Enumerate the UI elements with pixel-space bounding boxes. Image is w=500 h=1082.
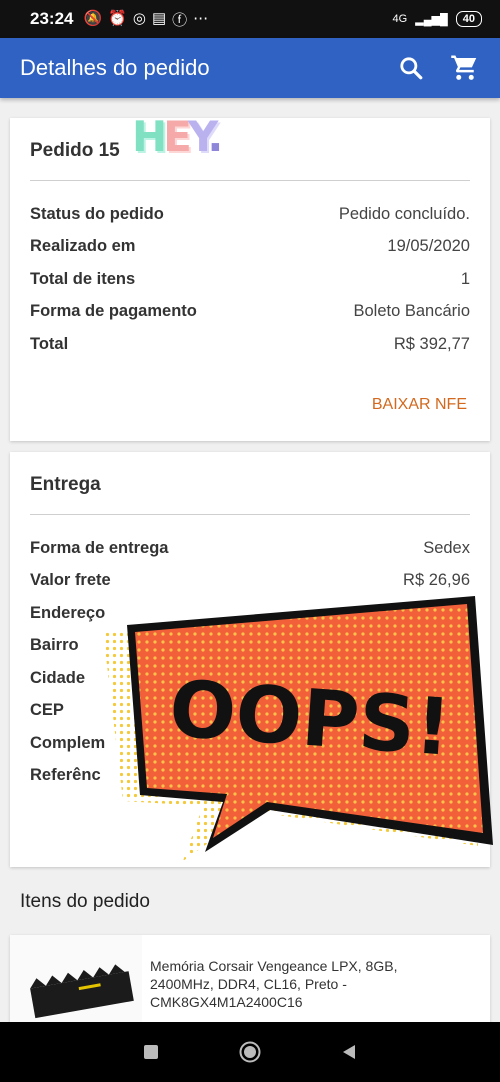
order-row-total: Total R$ 392,77 [30,334,470,353]
order-row-status: Status do pedido Pedido concluído. [30,204,470,223]
status-time: 23:24 [30,9,74,28]
whatsapp-icon: ◎ [132,9,146,27]
delivery-row-method: Forma de entrega Sedex [30,538,470,557]
product-name: Memória Corsair Vengeance LPX, 8GB, 2400… [150,958,398,1010]
system-nav-bar [0,1022,500,1082]
cart-icon[interactable] [450,53,480,83]
search-icon[interactable] [398,55,424,81]
recents-icon[interactable] [142,1043,160,1061]
page-title: Detalhes do pedido [20,55,210,80]
more-icon: ⋯ [193,9,209,27]
signal-icon: ▂▄▆█ [415,13,448,26]
alarm-icon: ⏰ [108,9,127,27]
delivery-title: Entrega [30,474,101,495]
product-image [10,935,142,1025]
app-bar: Detalhes do pedido [0,38,500,98]
notifications-off-icon: 🔕 [83,9,103,27]
battery-icon: 40 [455,11,482,27]
order-row-date: Realizado em 19/05/2020 [30,237,470,256]
order-card: Pedido 15 HEY. Status do pedido Pedido c… [10,112,490,441]
oops-sticker: OOPS! [103,596,493,861]
download-nfe-link[interactable]: BAIXAR NFE [372,396,467,414]
news-icon: ▤ [151,9,167,27]
list-item[interactable]: Memória Corsair Vengeance LPX, 8GB, 2400… [10,935,490,1025]
items-section-title: Itens do pedido [20,891,150,912]
facebook-icon: ⓕ [172,11,188,29]
back-icon[interactable] [340,1043,358,1061]
order-row-items: Total de itens 1 [30,269,470,288]
status-bar: 23:24 🔕 ⏰ ◎ ▤ ⓕ ⋯ 4G ▂▄▆█ 40 [0,0,500,38]
order-row-payment: Forma de pagamento Boleto Bancário [30,302,470,321]
hey-sticker: HEY. [132,112,223,161]
order-number: Pedido 15 [30,140,120,161]
home-icon[interactable] [238,1040,262,1064]
network-label: 4G [392,13,408,25]
